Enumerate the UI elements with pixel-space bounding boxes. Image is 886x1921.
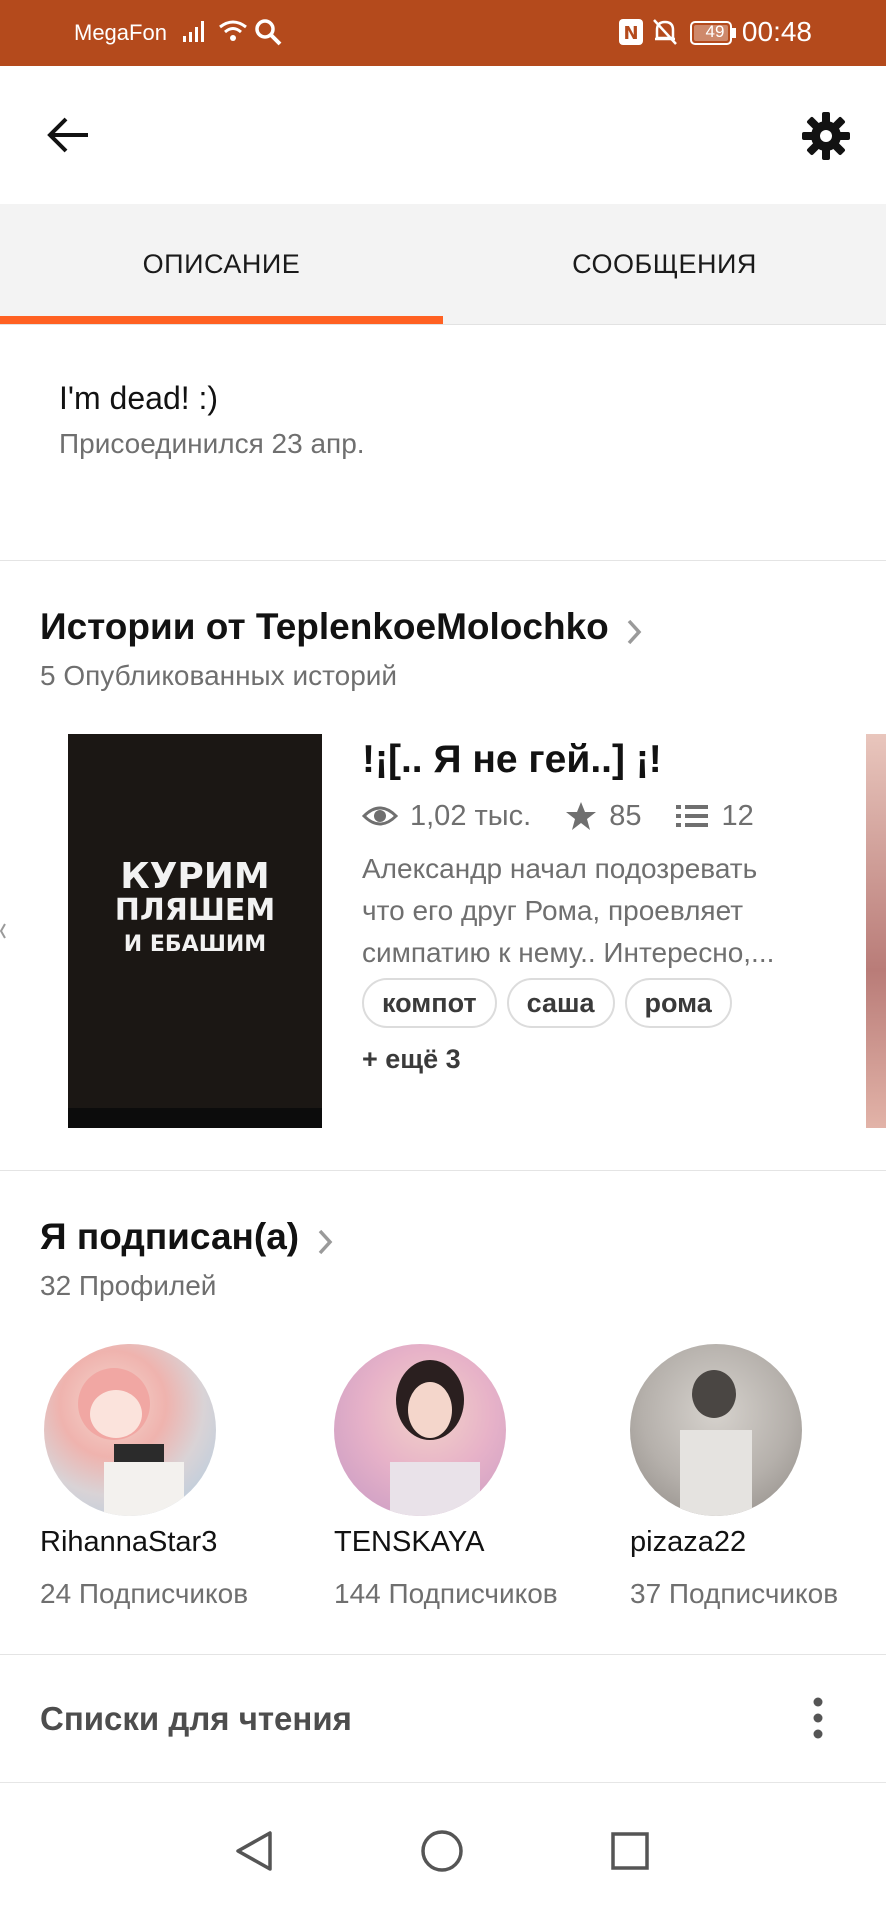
bell-off-icon (652, 18, 678, 51)
following-title: Я подписан(а) (40, 1216, 300, 1257)
following-count: 32 Профилей (40, 1270, 217, 1301)
tag-chip[interactable]: рома (624, 978, 732, 1028)
joined-date: Присоединился 23 апр. (59, 428, 365, 459)
cover-title: КУРИМ ПЛЯШЕМ И ЕБАШИМ (114, 856, 276, 958)
nav-home-icon[interactable] (420, 1829, 464, 1878)
stories-title: Истории от TeplenkoeMolochko (40, 606, 609, 647)
signal-icon (182, 18, 208, 49)
tag-chip[interactable]: саша (506, 978, 615, 1028)
list-icon (676, 805, 709, 827)
more-tags-link[interactable]: + ещё 3 (362, 1044, 461, 1075)
nfc-icon: N (618, 18, 644, 51)
reading-lists-label[interactable]: Списки для чтения (40, 1700, 352, 1738)
story-description: Александр начал подозревать что его друг… (362, 853, 775, 968)
back-arrow-icon[interactable] (44, 110, 94, 160)
section-divider (0, 1170, 886, 1171)
user-name[interactable]: TENSKAYA (334, 1526, 484, 1559)
gear-icon[interactable] (800, 110, 852, 162)
chevron-right-icon (625, 617, 643, 652)
following-header[interactable]: Я подписан(а) (40, 1216, 334, 1262)
profile-tabs: ОПИСАНИЕ СООБЩЕНИЯ (0, 204, 886, 325)
parts-count: 12 (721, 799, 754, 832)
follower-count: 144 Подписчиков (334, 1578, 558, 1609)
story-tags: компот саша рома (362, 978, 742, 1028)
star-icon (566, 802, 597, 830)
eye-icon (362, 806, 398, 826)
user-name[interactable]: RihannaStar3 (40, 1526, 217, 1559)
carrier-name: MegaFon (74, 20, 167, 45)
story-title[interactable]: !¡[.. Я не гей..] ¡! (362, 738, 662, 782)
avatar[interactable] (44, 1344, 216, 1516)
votes-count: 85 (609, 799, 642, 832)
about-text: I'm dead! :) (59, 380, 219, 416)
app-bar (0, 66, 886, 204)
avatar[interactable] (630, 1344, 802, 1516)
chevron-right-icon (316, 1227, 334, 1262)
active-tab-indicator (0, 316, 443, 324)
tab-messages[interactable]: СООБЩЕНИЯ (443, 204, 886, 324)
nav-recents-icon[interactable] (610, 1831, 650, 1876)
system-nav-bar (0, 1782, 886, 1921)
stories-header[interactable]: Истории от TeplenkoeMolochko (40, 606, 643, 652)
story-cover[interactable]: КУРИМ ПЛЯШЕМ И ЕБАШИМ (68, 734, 322, 1128)
user-name[interactable]: pizaza22 (630, 1526, 746, 1559)
more-vert-icon[interactable] (806, 1696, 830, 1740)
nav-back-icon[interactable] (232, 1829, 276, 1878)
next-story-cover[interactable] (866, 734, 886, 1128)
search-icon (254, 18, 282, 51)
clock: 00:48 (741, 16, 812, 47)
section-divider (0, 560, 886, 561)
svg-text:N: N (623, 23, 638, 44)
follower-count: 37 Подписчиков (630, 1578, 839, 1609)
avatar[interactable] (334, 1344, 506, 1516)
scroll-hint-icon (0, 922, 6, 940)
status-bar: MegaFon N 49 00:48 (0, 0, 886, 66)
stories-count: 5 Опубликованных историй (40, 660, 398, 691)
tab-description[interactable]: ОПИСАНИЕ (0, 204, 443, 324)
story-stats: 1,02 тыс. 85 12 (362, 796, 788, 836)
wifi-icon (218, 18, 248, 49)
section-divider (0, 1654, 886, 1655)
tag-chip[interactable]: компот (362, 978, 497, 1028)
battery-level: 49 (705, 22, 725, 41)
follower-count: 24 Подписчиков (40, 1578, 249, 1609)
reads-count: 1,02 тыс. (410, 799, 532, 832)
